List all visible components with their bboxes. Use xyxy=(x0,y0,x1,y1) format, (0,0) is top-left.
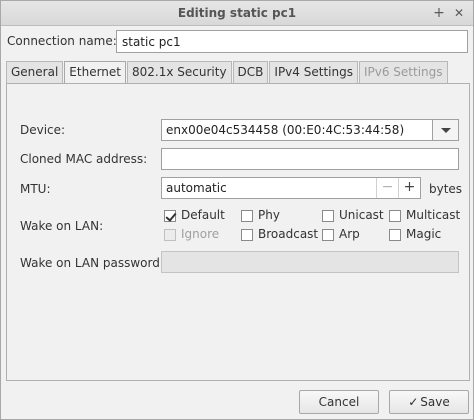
tab-ethernet[interactable]: Ethernet xyxy=(64,61,126,85)
tab-bar: General Ethernet 802.1x Security DCB IPv… xyxy=(6,61,449,85)
mtu-label: MTU: xyxy=(20,182,51,196)
save-button-label: Save xyxy=(420,395,450,409)
tab-8021x-security[interactable]: 802.1x Security xyxy=(127,61,232,83)
save-button[interactable]: ✓ Save xyxy=(389,390,469,414)
mtu-spinbox[interactable]: automatic − + xyxy=(161,177,421,199)
wol-password-label: Wake on LAN password: xyxy=(20,256,164,270)
tab-dcb[interactable]: DCB xyxy=(232,61,269,83)
add-icon[interactable]: + xyxy=(431,5,447,21)
tab-ipv4-settings[interactable]: IPv4 Settings xyxy=(269,61,358,83)
device-label: Device: xyxy=(20,123,66,137)
cancel-button-label: Cancel xyxy=(318,395,360,409)
device-combo[interactable]: enx00e04c534458 (00:E0:4C:53:44:58) xyxy=(161,119,459,141)
dialog-window: Editing static pc1 + ✕ Connection name: … xyxy=(0,0,474,420)
checkbox-icon xyxy=(241,210,253,222)
checkbox-icon xyxy=(389,229,401,241)
title-bar[interactable]: Editing static pc1 + ✕ xyxy=(1,1,473,26)
connection-name-input[interactable] xyxy=(116,30,468,53)
chevron-down-icon xyxy=(441,128,451,133)
wol-default-label: Default xyxy=(181,208,225,222)
wol-broadcast-label: Broadcast xyxy=(258,227,319,241)
tab-general[interactable]: General xyxy=(6,61,64,83)
checkbox-icon xyxy=(164,229,176,241)
window-title: Editing static pc1 xyxy=(177,6,297,20)
mtu-unit-label: bytes xyxy=(429,182,463,196)
cloned-mac-input[interactable] xyxy=(161,148,459,170)
wol-password-input[interactable] xyxy=(161,251,459,273)
checkbox-checked-icon xyxy=(164,210,176,222)
checkbox-icon xyxy=(241,229,253,241)
checkbox-icon xyxy=(322,229,334,241)
mtu-decrement-button[interactable]: − xyxy=(376,178,398,198)
checkbox-icon xyxy=(322,210,334,222)
wake-on-lan-label: Wake on LAN: xyxy=(20,219,104,233)
cancel-button[interactable]: Cancel xyxy=(299,390,379,414)
mtu-increment-button[interactable]: + xyxy=(398,178,420,198)
wol-unicast-label: Unicast xyxy=(339,208,384,222)
device-value: enx00e04c534458 (00:E0:4C:53:44:58) xyxy=(166,123,405,137)
checkbox-icon xyxy=(389,210,401,222)
wol-arp-label: Arp xyxy=(339,227,360,241)
device-dropdown-button[interactable] xyxy=(432,120,458,140)
wol-magic-label: Magic xyxy=(406,227,442,241)
wol-multicast-label: Multicast xyxy=(406,208,461,222)
cloned-mac-label: Cloned MAC address: xyxy=(20,152,148,166)
tab-ipv6-settings[interactable]: IPv6 Settings xyxy=(358,61,448,83)
connection-name-label: Connection name: xyxy=(7,34,117,48)
wol-ignore-label: Ignore xyxy=(181,227,220,241)
close-icon[interactable]: ✕ xyxy=(451,5,467,21)
check-icon: ✓ xyxy=(408,395,419,409)
wol-phy-label: Phy xyxy=(258,208,280,222)
mtu-value: automatic xyxy=(166,181,227,195)
